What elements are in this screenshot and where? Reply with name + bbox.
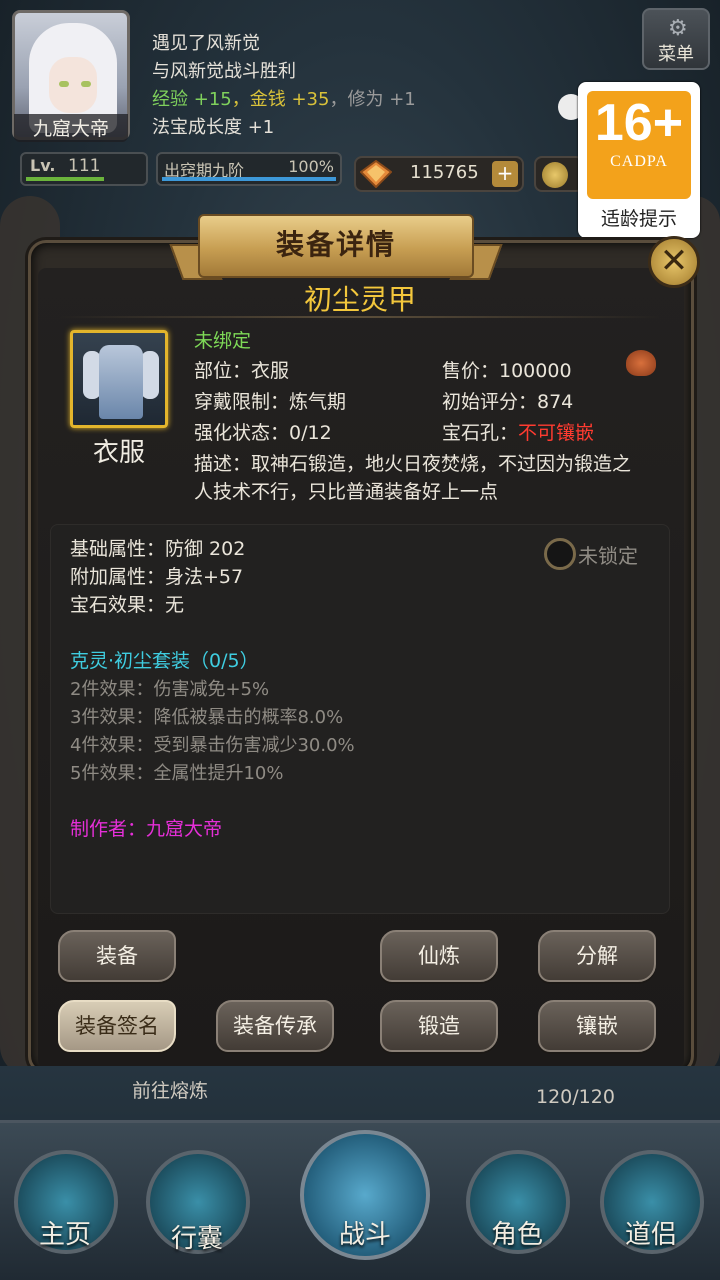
- enhance-status: 强化状态：0/12: [194, 422, 332, 444]
- inlay-button[interactable]: 镶嵌: [538, 1000, 656, 1052]
- lock-toggle[interactable]: [544, 538, 576, 570]
- reward-line: 经验 +15，金钱 +35，修为 +1: [152, 89, 416, 110]
- cadpa-age-rating: 16+ CADPA 适龄提示: [578, 82, 700, 238]
- log-line: 与风新觉战斗胜利: [152, 61, 296, 82]
- battle-log: 遇见了风新觉 与风新觉战斗胜利 经验 +15，金钱 +35，修为 +1 法宝成长…: [152, 30, 416, 142]
- forge-button[interactable]: 锻造: [380, 1000, 498, 1052]
- add-currency-button[interactable]: +: [492, 161, 518, 187]
- panel-title-banner: 装备详情: [198, 214, 474, 278]
- nav-home[interactable]: 主页: [10, 1214, 120, 1251]
- extra-attribute: 附加属性：身法+57: [70, 566, 244, 588]
- gem-effect: 宝石效果：无: [70, 594, 185, 616]
- equip-button[interactable]: 装备: [58, 930, 176, 982]
- panel-title: 装备详情: [275, 228, 396, 261]
- sign-button[interactable]: 装备签名: [58, 1000, 176, 1052]
- item-name: 初尘灵甲: [303, 283, 416, 316]
- spirit-stone-counter: 115765 +: [354, 156, 524, 192]
- nav-battle[interactable]: 战斗: [310, 1214, 420, 1251]
- set-effect: 5件效果：全属性提升10%: [70, 763, 284, 784]
- coin-counter: [534, 156, 584, 192]
- item-price: 售价：100000: [442, 360, 572, 382]
- item-slot: 部位：衣服: [194, 360, 290, 382]
- goto-smelt-button[interactable]: 前往熔炼: [132, 1076, 208, 1103]
- level-bar: Lv. 111: [20, 152, 148, 186]
- item-description: 描述：取神石锻造，地火日夜焚烧，不过因为锻造之 人技术不行，只比普通装备好上一点: [194, 453, 632, 503]
- player-name: 九窟大帝: [14, 114, 128, 142]
- set-effect: 2件效果：伤害减免+5%: [70, 679, 270, 700]
- cultivation-stage-bar: 出窍期九阶 100%: [156, 152, 342, 186]
- money-bag-icon: [626, 350, 656, 376]
- set-effect: 4件效果：受到暴击伤害减少30.0%: [70, 735, 355, 756]
- maker: 制作者：九窟大帝: [70, 818, 223, 840]
- nav-role[interactable]: 角色: [462, 1214, 572, 1251]
- log-line: 遇见了风新觉: [152, 33, 260, 54]
- inherit-button[interactable]: 装备传承: [216, 1000, 334, 1052]
- refine-button[interactable]: 仙炼: [380, 930, 498, 982]
- set-effect: 3件效果：降低被暴击的概率8.0%: [70, 707, 344, 728]
- gear-icon: ⚙: [668, 16, 688, 41]
- base-attribute: 基础属性：防御 202: [70, 538, 246, 560]
- divider: [60, 316, 660, 318]
- lock-label[interactable]: 未锁定: [578, 540, 638, 569]
- binding-status: 未绑定: [194, 330, 252, 352]
- bag-capacity: 120/120: [536, 1086, 615, 1108]
- coin-icon: [542, 162, 568, 188]
- wear-requirement: 穿戴限制：炼气期: [194, 391, 347, 413]
- level-progress-fill: [26, 177, 105, 181]
- menu-button[interactable]: ⚙ 菜单: [642, 8, 710, 70]
- initial-score: 初始评分：874: [442, 391, 574, 413]
- set-title: 克灵·初尘套装（0/5）: [70, 650, 259, 672]
- stage-progress-fill: [162, 177, 336, 181]
- close-icon: ✕: [659, 241, 689, 281]
- robe-icon: [70, 330, 168, 428]
- decompose-button[interactable]: 分解: [538, 930, 656, 982]
- gem-slot: 宝石孔：不可镶嵌: [442, 422, 595, 444]
- item-type: 衣服: [92, 438, 145, 468]
- nav-bag[interactable]: 行囊: [142, 1218, 252, 1255]
- nav-partner[interactable]: 道侣: [596, 1214, 706, 1251]
- log-line: 法宝成长度 +1: [152, 117, 275, 138]
- spirit-stone-icon: [360, 160, 392, 188]
